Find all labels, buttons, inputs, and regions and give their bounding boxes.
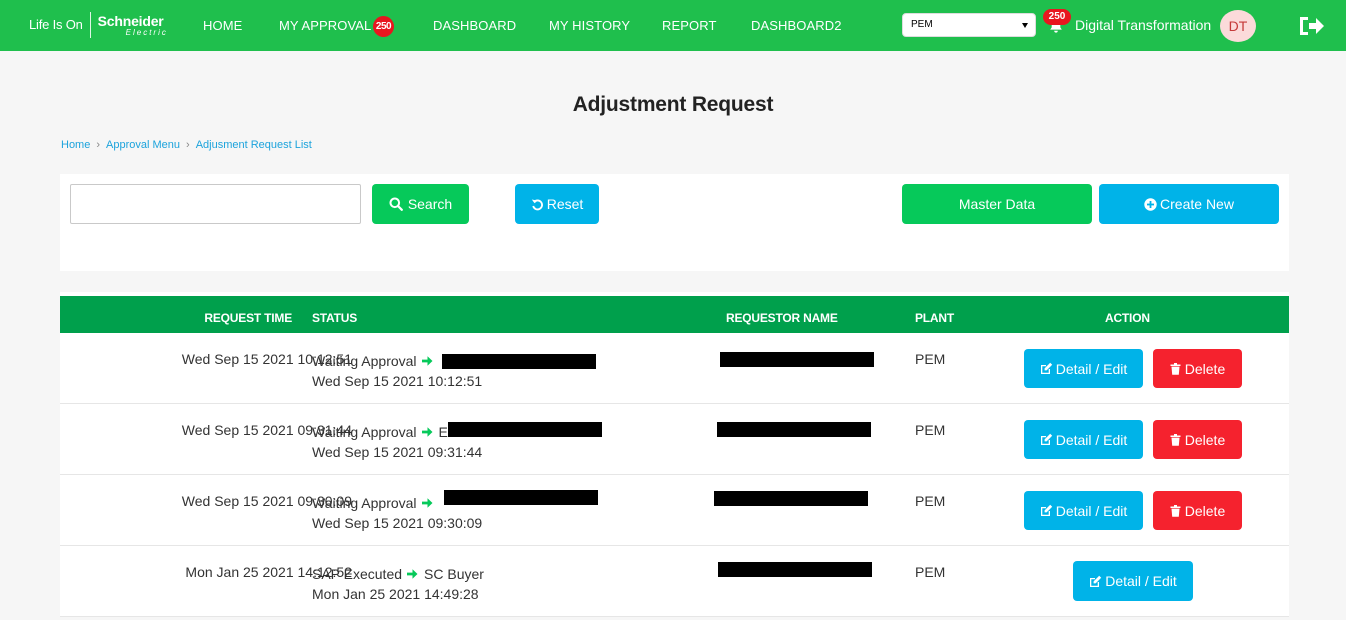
table-row: Wed Sep 15 2021 09:30:09 Waiting Approva… — [60, 475, 1289, 546]
status-time: Wed Sep 15 2021 09:30:09 — [312, 515, 483, 531]
redacted-requestor-name — [718, 562, 872, 577]
user-avatar[interactable]: DT — [1220, 10, 1256, 42]
nav-dashboard[interactable]: DASHBOARD — [433, 18, 516, 33]
delete-label: Delete — [1184, 360, 1226, 377]
detail-edit-button[interactable]: Detail / Edit — [1024, 349, 1143, 388]
breadcrumb-approval-menu[interactable]: Approval Menu — [106, 139, 180, 151]
arrow-right-icon — [421, 356, 433, 367]
nav-home[interactable]: HOME — [203, 18, 242, 33]
col-request-time: REQUEST TIME — [204, 311, 292, 325]
arrow-right-icon — [421, 427, 433, 438]
plant-value: PEM — [915, 422, 946, 438]
search-panel: Search Reset Master Data Create New — [60, 174, 1289, 271]
edit-icon — [1090, 575, 1102, 587]
detail-edit-label: Detail / Edit — [1055, 502, 1128, 519]
table-row: Wed Sep 15 2021 10:12:51 Waiting Approva… — [60, 333, 1289, 404]
breadcrumb-adjustment-request-list[interactable]: Adjusment Request List — [196, 139, 312, 151]
breadcrumb: Home › Approval Menu › Adjusment Request… — [61, 139, 312, 151]
master-data-button[interactable]: Master Data — [902, 184, 1092, 224]
nav-report[interactable]: REPORT — [662, 18, 717, 33]
breadcrumb-home[interactable]: Home — [61, 139, 90, 151]
status-label: SAP Executed — [312, 566, 403, 582]
status-time: Wed Sep 15 2021 09:31:44 — [312, 444, 483, 460]
top-navbar: Life Is On Schneider Electric HOME MY AP… — [0, 0, 1346, 51]
table-row: Wed Sep 15 2021 09:31:44 Waiting Approva… — [60, 404, 1289, 475]
detail-edit-label: Detail / Edit — [1105, 573, 1177, 589]
plant-value: PEM — [915, 564, 946, 580]
logo-divider — [89, 12, 91, 38]
delete-button[interactable]: Delete — [1153, 420, 1242, 459]
search-button[interactable]: Search — [372, 184, 469, 224]
create-new-button[interactable]: Create New — [1099, 184, 1279, 224]
notification-count-badge: 250 — [1043, 9, 1071, 25]
create-new-label: Create New — [1160, 196, 1234, 212]
detail-edit-label: Detail / Edit — [1055, 431, 1128, 448]
plant-select[interactable]: PEM — [902, 13, 1036, 37]
reset-icon — [531, 199, 543, 210]
edit-icon — [1040, 362, 1052, 374]
redacted-requestor-name — [720, 352, 874, 367]
detail-edit-button[interactable]: Detail / Edit — [1073, 561, 1193, 601]
reset-button[interactable]: Reset — [515, 184, 599, 224]
delete-button[interactable]: Delete — [1153, 491, 1242, 530]
redacted-approver — [444, 490, 598, 505]
search-button-label: Search — [407, 196, 453, 212]
plant-value: PEM — [915, 493, 946, 509]
search-icon — [389, 197, 403, 211]
schneider-logo[interactable]: Life Is On Schneider Electric — [29, 12, 168, 40]
redacted-requestor-name — [714, 491, 868, 506]
status-assignee: E — [438, 424, 448, 440]
logo-brand: Schneider Electric — [98, 14, 168, 37]
redacted-approver — [442, 354, 596, 369]
redacted-requestor-name — [717, 422, 871, 437]
arrow-right-icon — [421, 498, 433, 509]
trash-icon — [1170, 433, 1181, 446]
status-label: Waiting Approval — [312, 424, 417, 440]
status-cell: SAP Executed SC Buyer Mon Jan 25 2021 14:… — [312, 564, 484, 604]
edit-icon — [1040, 504, 1052, 516]
col-action: ACTION — [1105, 311, 1150, 325]
search-input[interactable] — [70, 184, 361, 224]
plant-select-value: PEM — [911, 19, 933, 30]
col-status: STATUS — [312, 311, 358, 325]
logo-brand-name: Schneider — [97, 13, 164, 29]
status-time: Wed Sep 15 2021 10:12:51 — [312, 373, 483, 389]
status-time: Mon Jan 25 2021 14:49:28 — [312, 586, 479, 602]
page-title: Adjustment Request — [572, 93, 774, 116]
arrow-right-icon — [407, 569, 418, 580]
logout-icon[interactable] — [1297, 14, 1325, 38]
master-data-label: Master Data — [958, 196, 1036, 212]
trash-icon — [1170, 362, 1181, 375]
delete-label: Delete — [1184, 502, 1226, 519]
plus-circle-icon — [1144, 197, 1157, 211]
detail-edit-label: Detail / Edit — [1055, 360, 1128, 377]
nav-my-history[interactable]: MY HISTORY — [549, 18, 630, 33]
col-requestor-name: REQUESTOR NAME — [726, 311, 838, 325]
plant-value: PEM — [915, 351, 946, 367]
chevron-right-icon: › — [96, 139, 101, 151]
nav-my-approval[interactable]: MY APPROVAL — [279, 18, 371, 33]
adjustment-request-table: REQUEST TIME STATUS REQUESTOR NAME PLANT… — [60, 292, 1289, 617]
delete-button[interactable]: Delete — [1153, 349, 1242, 388]
detail-edit-button[interactable]: Detail / Edit — [1024, 491, 1143, 530]
logo-brand-sub: Electric — [125, 28, 168, 37]
redacted-approver — [448, 422, 602, 437]
user-name[interactable]: Digital Transformation — [1075, 17, 1211, 33]
status-assignee: SC Buyer — [424, 566, 484, 582]
nav-dashboard2[interactable]: DASHBOARD2 — [751, 18, 842, 33]
chevron-right-icon: › — [186, 139, 190, 151]
delete-label: Delete — [1184, 431, 1226, 448]
status-label: Waiting Approval — [312, 353, 417, 369]
detail-edit-button[interactable]: Detail / Edit — [1024, 420, 1143, 459]
col-plant: PLANT — [915, 311, 954, 325]
table-header: REQUEST TIME STATUS REQUESTOR NAME PLANT… — [60, 292, 1289, 333]
my-approval-count-badge: 250 — [373, 16, 394, 37]
logo-tagline: Life Is On — [29, 17, 83, 32]
caret-down-icon — [1022, 23, 1028, 28]
table-row: Mon Jan 25 2021 14:12:52 SAP Executed SC … — [60, 546, 1289, 617]
trash-icon — [1170, 504, 1181, 517]
edit-icon — [1040, 433, 1052, 445]
reset-button-label: Reset — [546, 196, 584, 212]
status-label: Waiting Approval — [312, 495, 417, 511]
